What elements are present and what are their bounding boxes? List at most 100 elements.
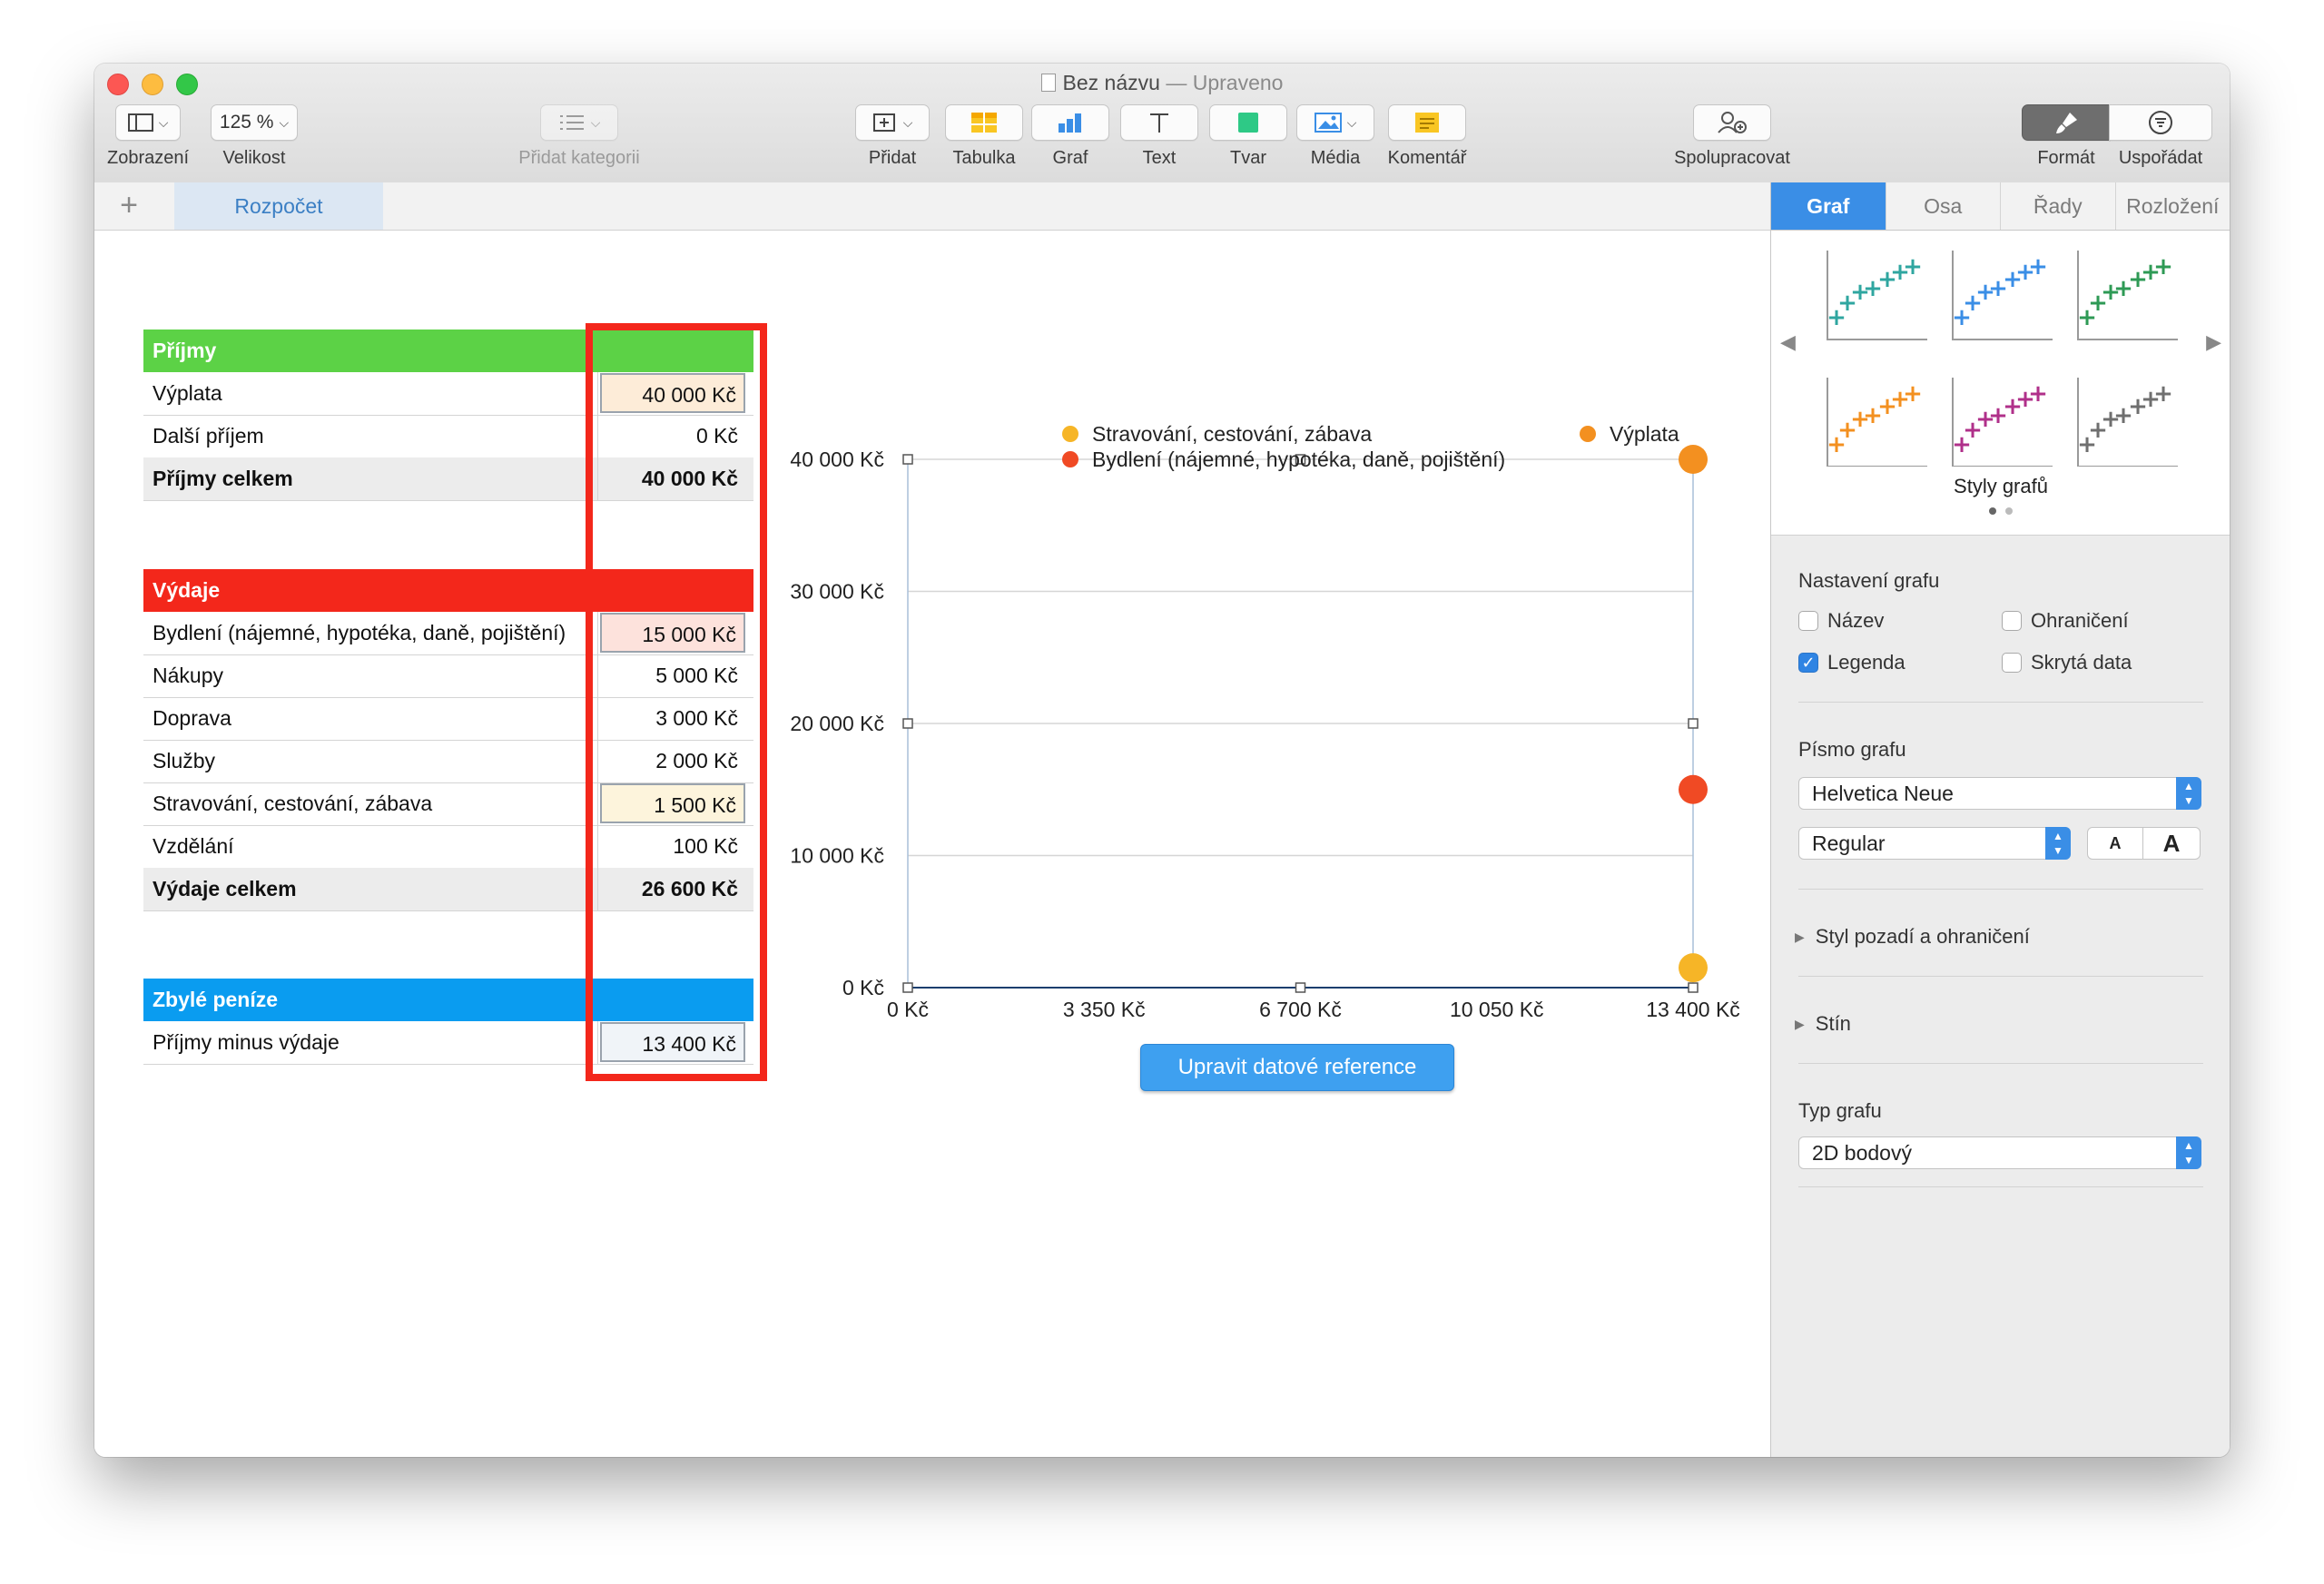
tab-rozpocet[interactable]: Rozpočet (174, 182, 383, 230)
page-indicator[interactable] (1771, 503, 2230, 519)
insert-control: ⌵ Přidat (852, 104, 933, 169)
text-button[interactable] (1120, 104, 1198, 141)
chart-legend[interactable]: Stravování, cestování, zábava Výplata Bydl… (1062, 422, 1679, 471)
option-label: Skrytá data (2031, 651, 2132, 674)
hidden-data-checkbox[interactable] (2002, 653, 2022, 673)
text-label: Text (1142, 148, 1177, 168)
y-tick-label: 0 Kč (842, 976, 884, 999)
resize-handle[interactable] (902, 454, 913, 465)
table-label: Tabulka (952, 148, 1016, 168)
data-point[interactable] (1679, 774, 1708, 804)
background-border-section[interactable]: ▶ Styl pozadí a ohraničení (1795, 925, 2030, 949)
format-button[interactable] (2022, 104, 2111, 141)
chart-type-title: Typ grafu (1798, 1099, 1882, 1122)
resize-handle[interactable] (1295, 982, 1306, 993)
text-icon (1150, 113, 1168, 133)
data-point[interactable] (1679, 445, 1708, 474)
media-button[interactable]: ⌵ (1296, 104, 1374, 141)
organize-button[interactable] (2109, 104, 2212, 141)
increase-font-size-button[interactable]: A (2142, 827, 2201, 860)
chart-style-thumbnail[interactable]: +++++++ (1827, 378, 1927, 467)
format-label: Formát (2037, 148, 2095, 168)
view-button[interactable]: ⌵ (115, 104, 181, 141)
option-label: Název (1827, 609, 1885, 632)
chart-style-thumbnail[interactable]: +++++++ (1952, 251, 2053, 340)
tab-graf[interactable]: Graf (1771, 182, 1886, 230)
add-category-button[interactable]: ⌵ (540, 104, 618, 141)
chart-styles-panel: ◀ ▶ + + + + + + + + + + + + + + + + + + + + + + + + + + + + + + + + + + + +… (1771, 231, 2230, 536)
resize-handle[interactable] (902, 982, 913, 993)
data-point[interactable] (1679, 953, 1708, 983)
border-checkbox[interactable] (2002, 611, 2022, 631)
decrease-font-size-button[interactable]: A (2087, 827, 2143, 860)
collaborate-label: Spolupracovat (1674, 148, 1790, 168)
tab-osa[interactable]: Osa (1886, 182, 2001, 230)
option-legend[interactable]: ✓ Legenda (1798, 651, 1905, 674)
y-tick-label: 30 000 Kč (790, 580, 884, 604)
chart-style-thumbnails[interactable]: ++++++++++++++++++++++++++++++++++++++++… (1771, 231, 2230, 467)
zoom-select[interactable]: 125 % ⌵ (211, 104, 298, 141)
chart-grid (907, 458, 1694, 989)
table-icon (971, 113, 997, 133)
legend-entry[interactable]: Výplata (1610, 422, 1679, 446)
legend-checkbox[interactable]: ✓ (1798, 653, 1818, 673)
insert-icon (872, 113, 895, 132)
shape-control: Tvar (1207, 104, 1289, 169)
collaborate-button[interactable] (1693, 104, 1771, 141)
stepper-icon: ▲ ▼ (2176, 1136, 2201, 1169)
app-window: Bez názvu — Upraveno ⌵ Zobrazení 125 % ⌵ … (94, 64, 2230, 1457)
legend-entry[interactable]: Stravování, cestování, zábava (1092, 422, 1372, 446)
list-icon (559, 115, 584, 130)
resize-handle[interactable] (1688, 718, 1699, 729)
resize-handle[interactable] (1688, 982, 1699, 993)
format-control: Formát (2019, 104, 2113, 169)
shadow-section[interactable]: ▶ Stín (1795, 1012, 1851, 1036)
option-border[interactable]: Ohraničení (2002, 609, 2129, 633)
add-sheet-button[interactable]: + (111, 190, 147, 222)
comment-button[interactable] (1388, 104, 1466, 141)
table-button[interactable] (945, 104, 1023, 141)
media-control: ⌵ Média (1293, 104, 1378, 169)
chart-style-thumbnail[interactable]: +++++++ (1827, 251, 1927, 340)
toolbar: Bez názvu — Upraveno ⌵ Zobrazení 125 % ⌵ … (94, 64, 2230, 183)
legend-swatch (1062, 426, 1078, 442)
page-dot[interactable] (1989, 507, 1996, 515)
chart-style-thumbnail[interactable]: +++++++ (1952, 378, 2053, 467)
paintbrush-icon (2056, 113, 2077, 133)
comment-icon (1415, 113, 1439, 133)
chart-button[interactable] (1031, 104, 1109, 141)
legend-entry[interactable]: Bydlení (nájemné, hypotéka, daně, pojišt… (1092, 448, 1505, 471)
chart-style-thumbnail[interactable]: +++++++ (2077, 251, 2178, 340)
sidebar-layout-icon (127, 113, 153, 132)
y-tick-label: 10 000 Kč (790, 844, 884, 868)
insert-button[interactable]: ⌵ (855, 104, 930, 141)
chevron-down-icon: ⌵ (1346, 114, 1357, 130)
font-family-select[interactable]: Helvetica Neue ▲ ▼ (1798, 777, 2201, 810)
document-name: Bez názvu (1062, 71, 1160, 94)
edit-data-references-button[interactable]: Upravit datové reference (1140, 1044, 1454, 1091)
chevron-down-icon: ⌵ (590, 114, 601, 130)
bar-chart-icon (1059, 113, 1081, 133)
font-style-value: Regular (1812, 831, 1886, 855)
chart-type-select[interactable]: 2D bodový ▲ ▼ (1798, 1136, 2201, 1169)
option-title[interactable]: Název (1798, 609, 1884, 633)
view-control: ⌵ Zobrazení (107, 104, 189, 169)
tab-rozlozeni[interactable]: Rozložení (2115, 182, 2230, 230)
x-tick-label: 3 350 Kč (1063, 998, 1146, 1021)
scatter-chart[interactable]: 0 Kč 10 000 Kč 20 000 Kč 30 000 Kč 40 000 Kč… (94, 231, 1770, 1138)
page-dot[interactable] (2005, 507, 2013, 515)
shape-button[interactable] (1209, 104, 1287, 141)
comment-control: Komentář (1382, 104, 1472, 169)
tab-rady[interactable]: Řady (2001, 182, 2116, 230)
resize-handle[interactable] (902, 718, 913, 729)
option-hidden-data[interactable]: Skrytá data (2002, 651, 2132, 674)
chart-style-thumbnail[interactable]: +++++++ (2077, 378, 2178, 467)
title-checkbox[interactable] (1798, 611, 1818, 631)
plus-marker-icon: + (2153, 253, 2173, 280)
spreadsheet-canvas[interactable]: Příjmy Výplata 40 000 Kč Další příjem 0 … (94, 231, 1770, 1457)
x-tick-label: 0 Kč (887, 998, 929, 1021)
stepper-icon: ▲ ▼ (2176, 777, 2201, 810)
sheet-tab-bar: + Rozpočet (94, 182, 1770, 231)
y-tick-label: 20 000 Kč (790, 712, 884, 735)
font-style-select[interactable]: Regular ▲ ▼ (1798, 827, 2071, 860)
